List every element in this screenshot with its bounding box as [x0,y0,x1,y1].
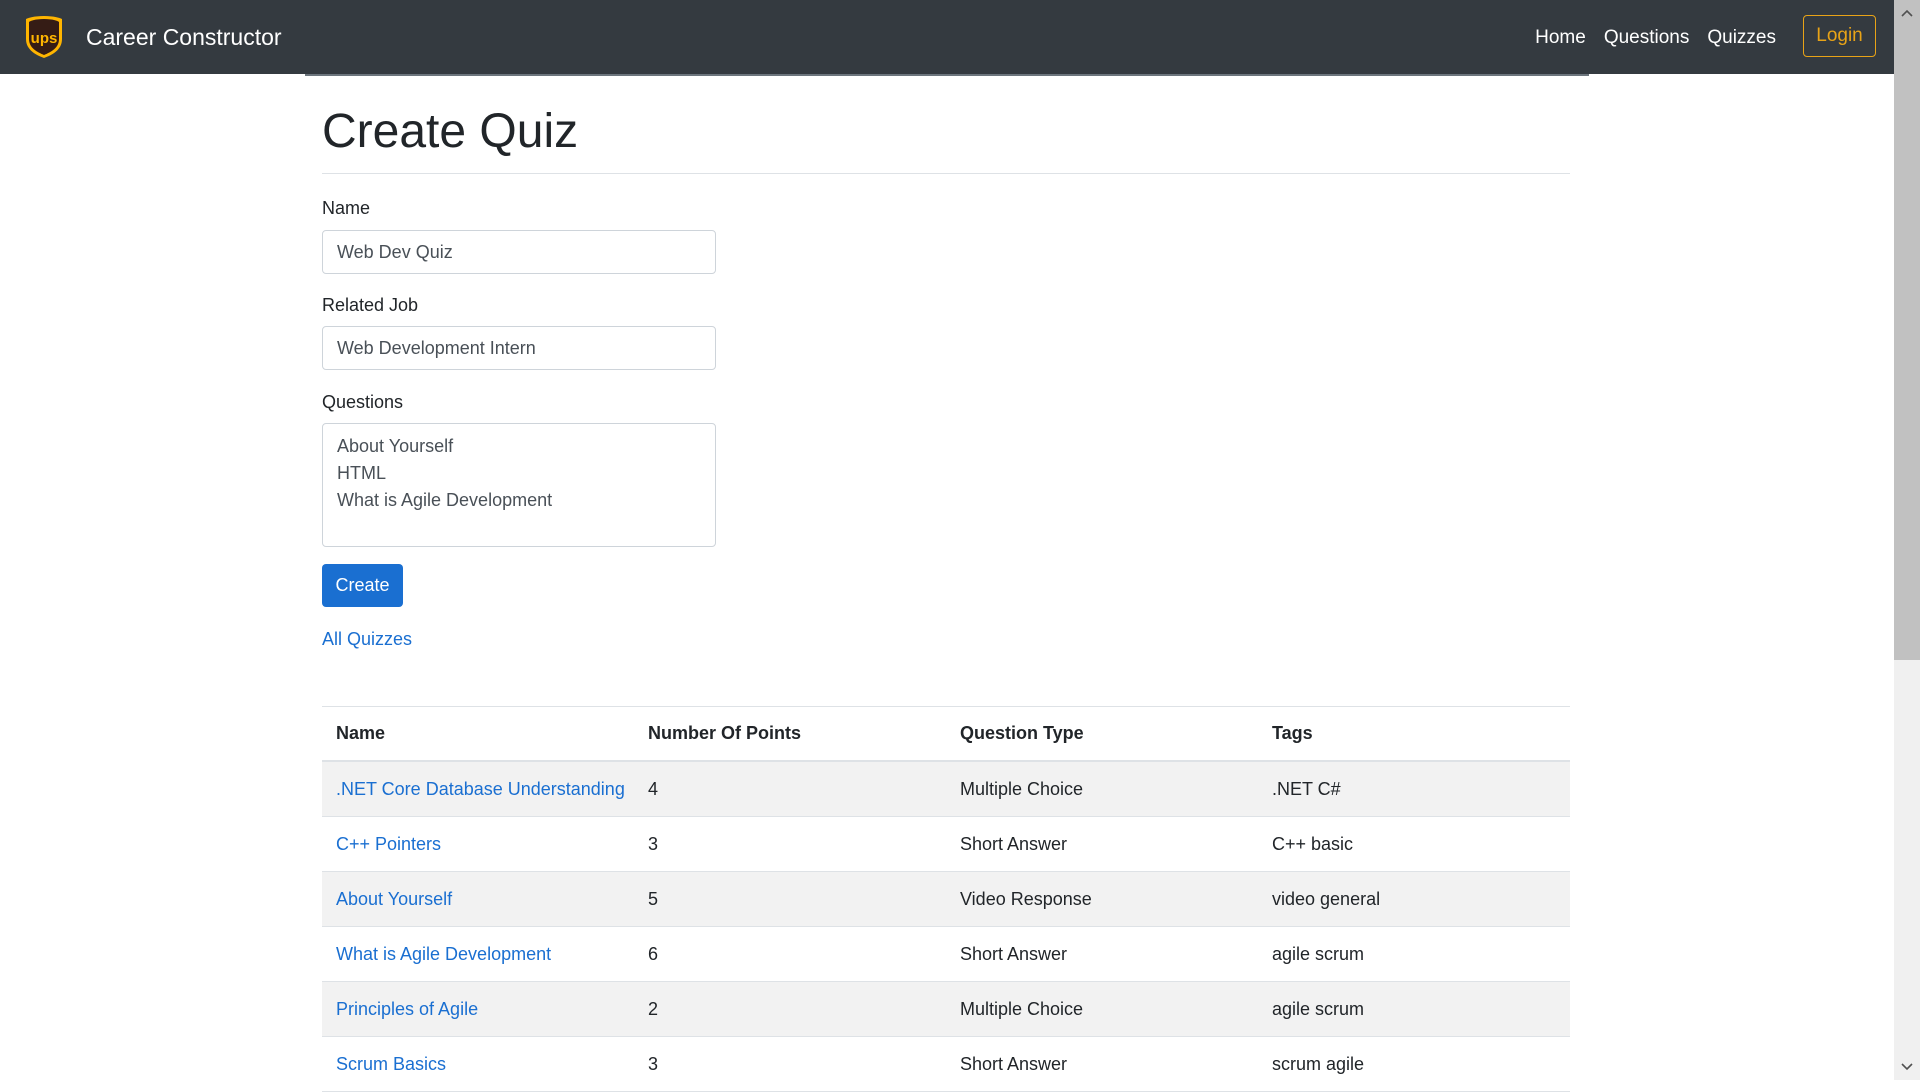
nav-questions[interactable]: Questions [1604,22,1690,54]
nav-links: Home Questions Quizzes [1535,22,1776,54]
question-type: Short Answer [960,1053,1068,1074]
question-type: Short Answer [960,943,1068,964]
table-row: .NET Core Database Understanding 4 Multi… [322,762,1570,817]
scroll-up-arrow-icon[interactable] [1894,0,1920,26]
question-option[interactable]: HTML [337,460,701,487]
question-name-link[interactable]: Scrum Basics [322,1054,634,1075]
brand-name[interactable]: Career Constructor [86,20,282,54]
related-job-input[interactable]: Web Development Intern [322,326,716,370]
table-row: C++ Pointers 3 Short Answer C++ basic [322,817,1570,872]
questions-multiselect[interactable]: About Yourself HTML What is Agile Develo… [322,423,716,547]
question-type: Video Response [960,888,1092,909]
scrollbar-thumb[interactable] [1894,0,1920,660]
page-title: Create Quiz [322,105,579,158]
navbar: ups Career Constructor Home Questions Qu… [0,0,1894,74]
ups-logo-icon[interactable]: ups [24,15,64,59]
all-quizzes-link[interactable]: All Quizzes [322,626,412,652]
title-divider [322,173,1570,174]
name-label: Name [322,198,371,218]
question-name-link[interactable]: .NET Core Database Understanding [322,779,634,800]
header-tags: Tags [1272,723,1313,743]
table-header-row: Name Number Of Points Question Type Tags [322,707,1570,762]
question-tags: C++ basic [1272,833,1354,854]
login-button[interactable]: Login [1803,15,1876,57]
related-job-label: Related Job [322,295,419,315]
header-points: Number Of Points [648,723,802,743]
question-points: 2 [648,998,659,1019]
vertical-scrollbar[interactable] [1894,0,1920,1080]
question-name-link[interactable]: What is Agile Development [322,944,634,965]
question-tags: agile scrum [1272,943,1365,964]
header-name: Name [336,723,386,743]
nav-quizzes[interactable]: Quizzes [1707,22,1776,54]
question-option[interactable]: About Yourself [337,433,701,460]
question-points: 3 [648,833,659,854]
question-points: 6 [648,943,659,964]
question-tags: agile scrum [1272,998,1365,1019]
table-row: About Yourself 5 Video Response video ge… [322,872,1570,927]
question-tags: .NET C# [1272,778,1341,799]
question-type: Multiple Choice [960,998,1084,1019]
logo-text: ups [31,30,58,47]
question-name-link[interactable]: About Yourself [322,889,634,910]
question-type: Short Answer [960,833,1068,854]
table-row: Scrum Basics 3 Short Answer scrum agile [322,1037,1570,1092]
question-option[interactable]: What is Agile Development [337,487,701,514]
name-input[interactable]: Web Dev Quiz [322,230,716,274]
header-question-type: Question Type [960,723,1084,743]
question-tags: video general [1272,888,1381,909]
question-name-link[interactable]: Principles of Agile [322,999,634,1020]
create-button[interactable]: Create [322,564,403,607]
question-type: Multiple Choice [960,778,1084,799]
nav-home[interactable]: Home [1535,22,1586,54]
question-tags: scrum agile [1272,1053,1365,1074]
top-divider [305,74,1589,76]
table-row: What is Agile Development 6 Short Answer… [322,927,1570,982]
question-points: 3 [648,1053,659,1074]
questions-table: Name Number Of Points Question Type Tags… [322,706,1570,1092]
table-row: Principles of Agile 2 Multiple Choice ag… [322,982,1570,1037]
question-points: 5 [648,888,659,909]
question-points: 4 [648,778,659,799]
questions-label: Questions [322,392,404,412]
question-name-link[interactable]: C++ Pointers [322,834,634,855]
scroll-down-arrow-icon[interactable] [1894,1054,1920,1080]
